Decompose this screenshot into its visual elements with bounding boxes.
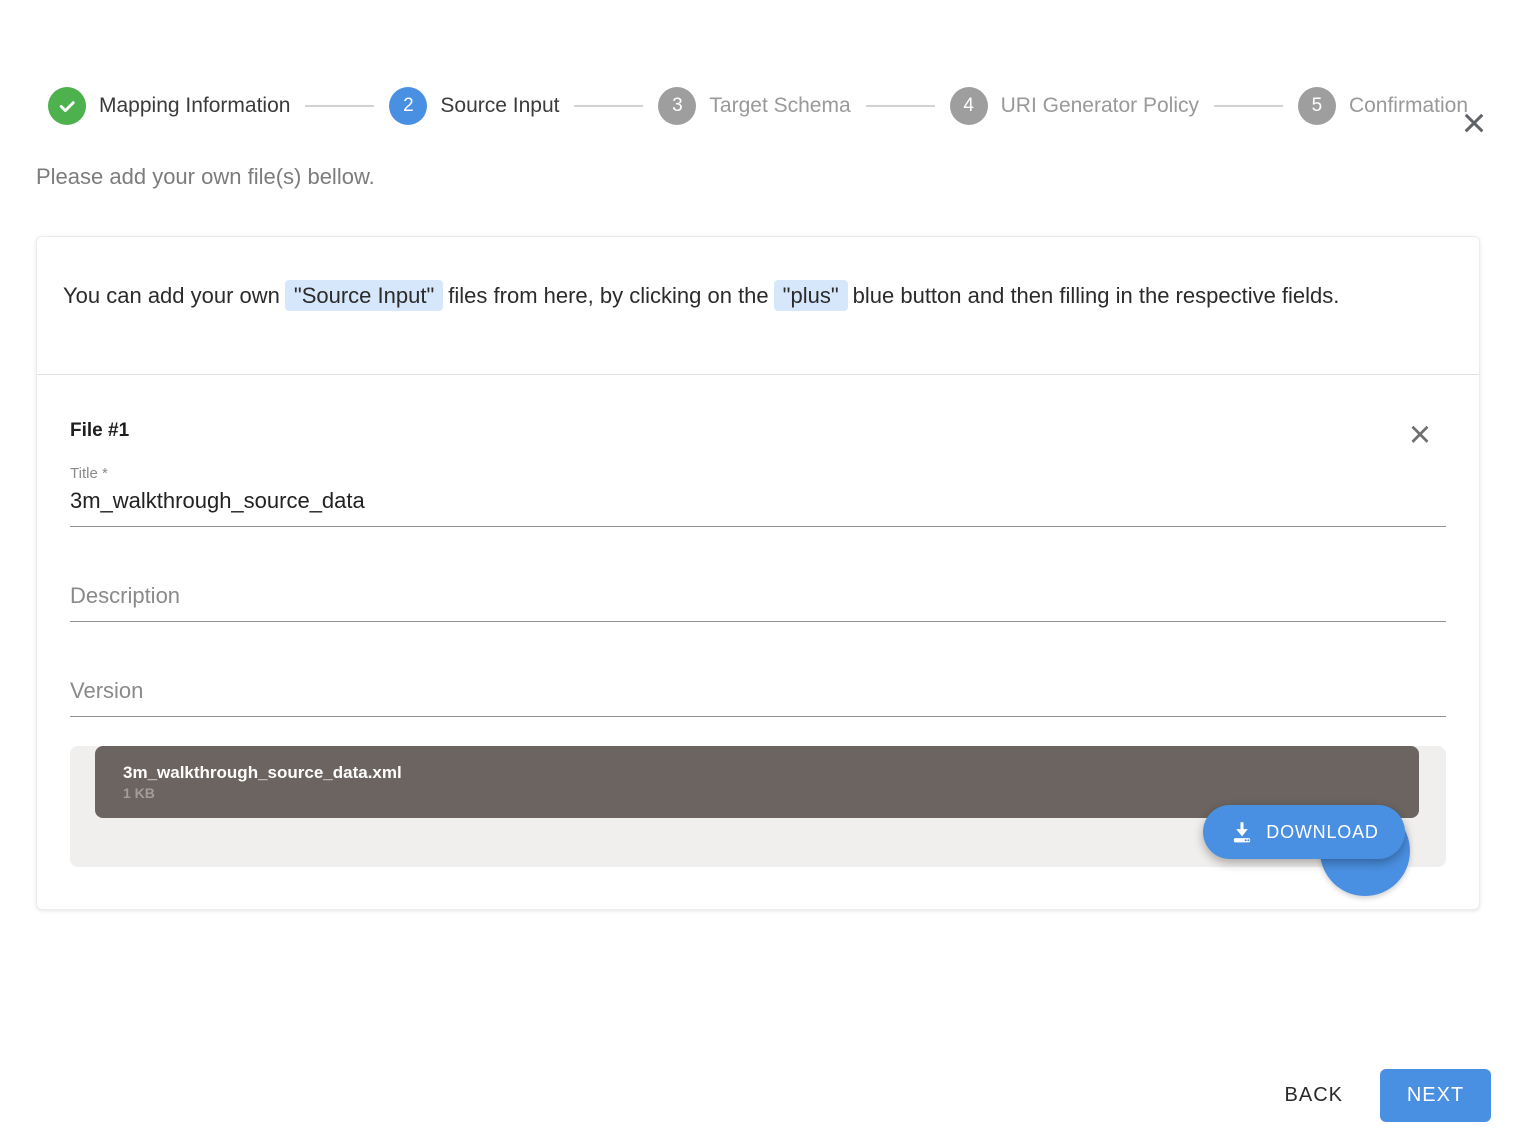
check-icon bbox=[57, 96, 77, 116]
wizard-stepper: Mapping Information 2 Source Input 3 Tar… bbox=[0, 87, 1522, 125]
title-field-label: Title * bbox=[70, 465, 1446, 482]
step-number: 3 bbox=[672, 95, 683, 117]
page-subtitle: Please add your own file(s) bellow. bbox=[36, 164, 1522, 190]
title-input[interactable] bbox=[70, 482, 1446, 527]
uploaded-file-name: 3m_walkthrough_source_data.xml bbox=[123, 762, 1419, 783]
download-button[interactable]: DOWNLOAD bbox=[1203, 805, 1405, 859]
step-confirmation[interactable]: 5 Confirmation bbox=[1298, 87, 1468, 125]
step-number: 4 bbox=[963, 95, 974, 117]
plus-highlight: "plus" bbox=[774, 280, 848, 311]
source-input-highlight: "Source Input" bbox=[285, 280, 443, 311]
uploaded-file-size: 1 KB bbox=[123, 784, 1419, 802]
info-text-part1: You can add your own bbox=[63, 283, 280, 308]
version-input[interactable] bbox=[70, 672, 1446, 717]
step-mapping-information[interactable]: Mapping Information bbox=[48, 87, 290, 125]
next-button[interactable]: NEXT bbox=[1380, 1069, 1491, 1122]
step-label: Source Input bbox=[440, 94, 559, 118]
file-dropzone: 3m_walkthrough_source_data.xml 1 KB DOWN… bbox=[70, 746, 1446, 867]
step-target-schema[interactable]: 3 Target Schema bbox=[658, 87, 850, 125]
close-icon: × bbox=[1462, 99, 1487, 146]
close-icon: × bbox=[1409, 414, 1431, 456]
step-label: URI Generator Policy bbox=[1001, 94, 1199, 118]
step-label: Confirmation bbox=[1349, 94, 1468, 118]
step-connector bbox=[574, 105, 643, 107]
step-number-circle: 2 bbox=[389, 87, 427, 125]
step-number-circle: 5 bbox=[1298, 87, 1336, 125]
file-heading: File #1 bbox=[70, 419, 129, 443]
step-label: Target Schema bbox=[709, 94, 850, 118]
step-connector bbox=[866, 105, 935, 107]
step-number-circle: 3 bbox=[658, 87, 696, 125]
description-input[interactable] bbox=[70, 577, 1446, 622]
download-icon bbox=[1229, 819, 1255, 845]
step-uri-generator-policy[interactable]: 4 URI Generator Policy bbox=[950, 87, 1199, 125]
download-label: DOWNLOAD bbox=[1266, 822, 1378, 843]
file-entry-header: File #1 × bbox=[70, 419, 1446, 455]
source-input-card: You can add your own"Source Input"files … bbox=[36, 236, 1480, 910]
step-connector bbox=[1214, 105, 1283, 107]
step-connector bbox=[305, 105, 374, 107]
wizard-footer: BACK NEXT bbox=[1281, 1069, 1491, 1122]
info-text: You can add your own"Source Input"files … bbox=[63, 277, 1393, 314]
step-label: Mapping Information bbox=[99, 94, 290, 118]
dialog-close-button[interactable]: × bbox=[1452, 101, 1496, 145]
info-section: You can add your own"Source Input"files … bbox=[37, 237, 1479, 374]
step-number-circle: 4 bbox=[950, 87, 988, 125]
step-number: 5 bbox=[1312, 95, 1323, 117]
info-text-part2: files from here, by clicking on the bbox=[448, 283, 768, 308]
file-entry-section: File #1 × Title * 3m_walkthrough_source_… bbox=[37, 375, 1479, 909]
info-text-part3: blue button and then filling in the resp… bbox=[853, 283, 1340, 308]
step-number: 2 bbox=[403, 95, 414, 117]
step-completed-circle bbox=[48, 87, 86, 125]
back-button[interactable]: BACK bbox=[1281, 1076, 1347, 1115]
remove-file-button[interactable]: × bbox=[1400, 415, 1440, 455]
step-source-input[interactable]: 2 Source Input bbox=[389, 87, 559, 125]
